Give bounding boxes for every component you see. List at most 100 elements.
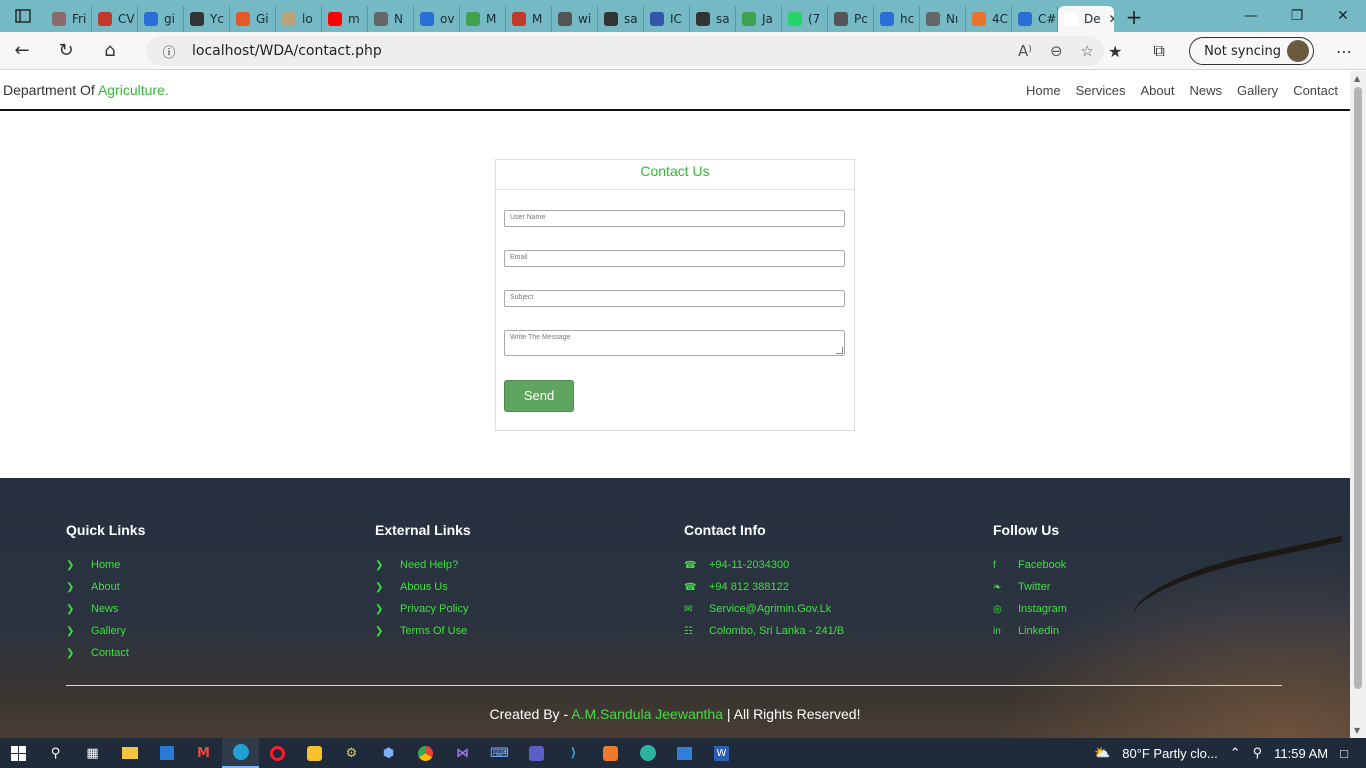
browser-tab[interactable]: hc	[874, 6, 920, 32]
page-scrollbar[interactable]: ▲ ▼	[1350, 71, 1366, 738]
back-button[interactable]: ←	[0, 32, 44, 70]
browser-tab[interactable]: lo	[276, 6, 322, 32]
weather-text[interactable]: 80°F Partly clo...	[1122, 746, 1218, 761]
credits-name[interactable]: A.M.Sandula Jeewantha	[571, 706, 723, 722]
nav-link-services[interactable]: Services	[1076, 83, 1126, 98]
keyboard-icon[interactable]: ⌨	[481, 738, 518, 768]
browser-tab[interactable]: M	[506, 6, 552, 32]
nav-link-home[interactable]: Home	[1026, 83, 1061, 98]
start-icon[interactable]	[0, 738, 37, 768]
footer-link[interactable]: ❯ Abous Us	[375, 576, 635, 598]
network-icon[interactable]: ⚲	[1253, 745, 1263, 761]
app-hex-icon[interactable]: ⬢	[370, 738, 407, 768]
edge-alt-icon[interactable]	[629, 738, 666, 768]
resize-handle-icon[interactable]	[836, 347, 843, 354]
browser-tab[interactable]: De ✕	[1058, 6, 1114, 32]
media-player-icon[interactable]	[296, 738, 333, 768]
search-icon[interactable]: ⚲	[37, 738, 74, 768]
clock[interactable]: 11:59 AM	[1274, 746, 1328, 761]
minimize-button[interactable]: —	[1228, 0, 1274, 32]
footer-link[interactable]: ❯ Contact	[66, 642, 326, 664]
tab-actions-icon[interactable]	[0, 0, 46, 32]
nav-link-gallery[interactable]: Gallery	[1237, 83, 1278, 98]
browser-tab[interactable]: 4C	[966, 6, 1012, 32]
browser-tab[interactable]: Pc	[828, 6, 874, 32]
footer-link[interactable]: ❯ Privacy Policy	[375, 598, 635, 620]
opera-icon[interactable]	[259, 738, 296, 768]
home-button[interactable]: ⌂	[88, 32, 132, 70]
footer-link[interactable]: in Linkedin	[993, 620, 1253, 642]
footer-link[interactable]: ❯ About	[66, 576, 326, 598]
collections-icon[interactable]: ⧉	[1137, 41, 1181, 61]
zoom-icon[interactable]: ⊖	[1050, 42, 1063, 60]
browser-tab[interactable]: sa	[598, 6, 644, 32]
chrome-icon[interactable]	[407, 738, 444, 768]
browser-tab[interactable]: N	[368, 6, 414, 32]
message-textarea[interactable]: Write The Message	[504, 330, 845, 356]
footer-link[interactable]: ☎ +94 812 388122	[684, 576, 944, 598]
word-icon[interactable]: W	[703, 738, 740, 768]
more-menu-icon[interactable]: ⋯	[1322, 42, 1366, 61]
browser-tab[interactable]: C#	[1012, 6, 1058, 32]
file-explorer-icon[interactable]	[111, 738, 148, 768]
tray-chevron-icon[interactable]: ⌃	[1230, 745, 1241, 761]
browser-tab[interactable]: M	[460, 6, 506, 32]
nav-link-news[interactable]: News	[1189, 83, 1222, 98]
footer-link[interactable]: ❯ Gallery	[66, 620, 326, 642]
notifications-icon[interactable]: □	[1340, 746, 1348, 761]
gmail-icon[interactable]: M	[185, 738, 222, 768]
visual-studio-icon[interactable]: ⋈	[444, 738, 481, 768]
favorites-icon[interactable]: ★	[1093, 42, 1137, 61]
xampp-icon[interactable]	[592, 738, 629, 768]
browser-tab[interactable]: (7	[782, 6, 828, 32]
settings-icon[interactable]: ⚙	[333, 738, 370, 768]
profile-sync-button[interactable]: Not syncing	[1189, 37, 1314, 65]
footer-link[interactable]: ◎ Instagram	[993, 598, 1253, 620]
browser-tab[interactable]: sa	[690, 6, 736, 32]
scrollbar-thumb[interactable]	[1354, 87, 1362, 689]
scroll-down-icon[interactable]: ▼	[1354, 726, 1360, 735]
footer-link[interactable]: ✉ Service@Agrimin.Gov.Lk	[684, 598, 944, 620]
browser-tab[interactable]: Fri	[46, 6, 92, 32]
footer-link[interactable]: ☷ Colombo, Sri Lanka - 241/B	[684, 620, 944, 642]
teams-icon[interactable]	[518, 738, 555, 768]
vscode-icon[interactable]: ⟩	[555, 738, 592, 768]
site-brand[interactable]: Department Of Agriculture.	[3, 82, 169, 98]
subject-input[interactable]: Subject	[504, 290, 845, 307]
email-input[interactable]: Email	[504, 250, 845, 267]
nav-link-contact[interactable]: Contact	[1293, 83, 1338, 98]
new-tab-button[interactable]: +	[1114, 5, 1154, 29]
browser-tab[interactable]: Ja	[736, 6, 782, 32]
footer-link[interactable]: ☎ +94-11-2034300	[684, 554, 944, 576]
footer-link[interactable]: f Facebook	[993, 554, 1253, 576]
footer-link[interactable]: ❯ Terms Of Use	[375, 620, 635, 642]
read-aloud-icon[interactable]: A⁾	[1018, 42, 1032, 60]
close-window-button[interactable]: ✕	[1320, 0, 1366, 32]
footer-link[interactable]: ❯ Need Help?	[375, 554, 635, 576]
browser-tab[interactable]: ov	[414, 6, 460, 32]
footer-link[interactable]: ❯ News	[66, 598, 326, 620]
refresh-button[interactable]: ↻	[44, 32, 88, 70]
edge-icon[interactable]	[222, 738, 259, 768]
browser-tab[interactable]: wi	[552, 6, 598, 32]
browser-tab[interactable]: Yc	[184, 6, 230, 32]
browser-tab[interactable]: gi	[138, 6, 184, 32]
footer-link[interactable]: ❯ Home	[66, 554, 326, 576]
browser-tab[interactable]: Nı	[920, 6, 966, 32]
add-favorite-icon[interactable]: ☆	[1081, 42, 1094, 60]
username-input[interactable]: User Name	[504, 210, 845, 227]
task-view-icon[interactable]: ▦	[74, 738, 111, 768]
photos-icon[interactable]	[666, 738, 703, 768]
send-button[interactable]: Send	[504, 380, 574, 412]
weather-icon[interactable]: ⛅	[1094, 745, 1110, 761]
browser-tab[interactable]: m	[322, 6, 368, 32]
store-icon[interactable]	[148, 738, 185, 768]
browser-tab[interactable]: IC	[644, 6, 690, 32]
browser-tab[interactable]: CV	[92, 6, 138, 32]
restore-button[interactable]: ❐	[1274, 0, 1320, 32]
footer-link[interactable]: ❧ Twitter	[993, 576, 1253, 598]
scroll-up-icon[interactable]: ▲	[1354, 74, 1360, 83]
url-field[interactable]: ⓘ localhost/WDA/contact.php A⁾ ⊖ ☆	[146, 36, 1104, 66]
site-info-icon[interactable]: ⓘ	[146, 42, 192, 61]
browser-tab[interactable]: Gi	[230, 6, 276, 32]
